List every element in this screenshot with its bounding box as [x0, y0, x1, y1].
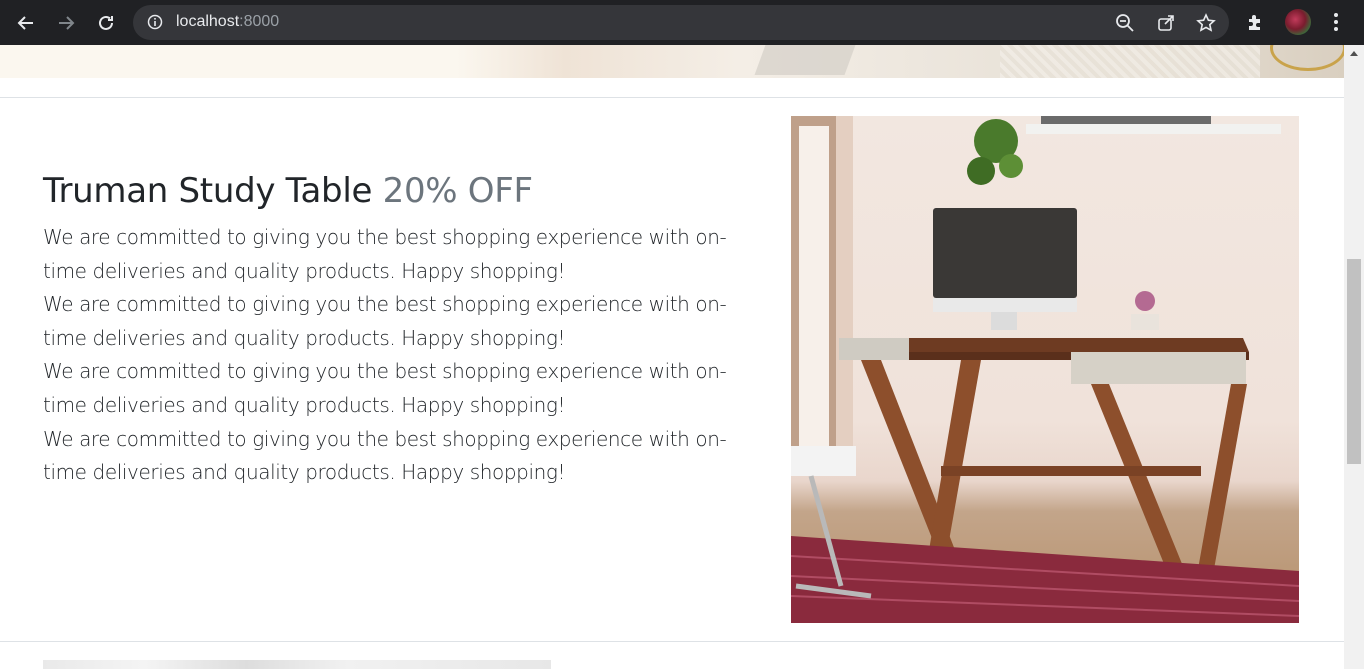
study-table-image — [791, 116, 1299, 623]
back-icon[interactable] — [14, 11, 38, 35]
discount-text: 20% OFF — [382, 171, 533, 211]
description-paragraph: We are committed to giving you the best … — [43, 292, 727, 350]
star-icon[interactable] — [1196, 13, 1216, 33]
url-text: localhost:8000 — [176, 13, 279, 31]
avatar[interactable] — [1285, 9, 1311, 35]
zoom-out-icon[interactable] — [1115, 13, 1135, 33]
rug-shape — [1000, 45, 1260, 78]
gold-stool-shape — [1270, 45, 1344, 71]
info-icon[interactable] — [147, 14, 163, 35]
forward-icon[interactable] — [54, 11, 78, 35]
section-divider — [0, 97, 1344, 98]
product-description: We are committed to giving you the best … — [43, 221, 773, 490]
reload-icon[interactable] — [94, 11, 118, 35]
description-paragraph: We are committed to giving you the best … — [43, 426, 727, 485]
product-title: Truman Study Table — [43, 171, 373, 211]
extensions-icon[interactable] — [1245, 11, 1267, 33]
page-viewport: Truman Study Table 20% OFF We are commit… — [0, 45, 1344, 669]
share-icon[interactable] — [1156, 13, 1176, 33]
browser-toolbar: localhost:8000 — [0, 0, 1364, 45]
menu-icon[interactable] — [1325, 11, 1347, 33]
product-heading: Truman Study Table 20% OFF — [43, 171, 533, 211]
url-port: :8000 — [239, 13, 280, 30]
book-shape — [754, 45, 856, 75]
description-paragraph: We are committed to giving you the best … — [43, 225, 727, 283]
hero-banner-image — [0, 45, 1344, 78]
vertical-scrollbar[interactable] — [1344, 45, 1364, 669]
scroll-up-arrow-icon[interactable] — [1350, 51, 1358, 56]
description-paragraph: We are committed to giving you the best … — [43, 359, 727, 417]
section-divider — [0, 641, 1344, 642]
scrollbar-thumb[interactable] — [1347, 259, 1361, 464]
address-bar[interactable]: localhost:8000 — [133, 5, 1229, 40]
url-host: localhost — [176, 13, 240, 30]
next-product-image — [43, 660, 551, 669]
